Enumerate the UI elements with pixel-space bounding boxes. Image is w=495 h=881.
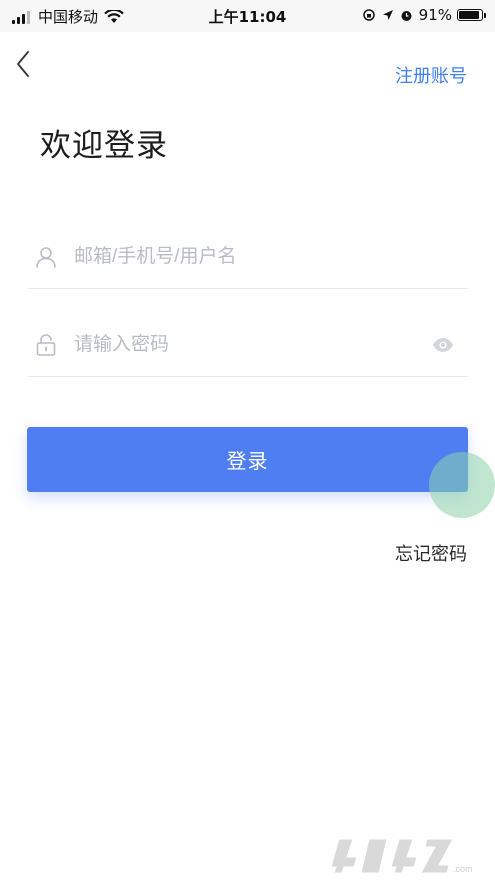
register-link[interactable]: 注册账号 <box>395 62 467 88</box>
battery-icon <box>457 9 486 21</box>
watermark-logo: .com <box>330 838 473 874</box>
password-input[interactable] <box>74 334 432 356</box>
status-bar-right: 91% <box>362 6 486 24</box>
battery-fill <box>459 11 480 19</box>
alarm-icon <box>401 10 412 21</box>
page-title: 欢迎登录 <box>40 128 168 164</box>
back-button[interactable] <box>10 46 38 82</box>
lock-icon <box>36 334 56 356</box>
chevron-left-icon <box>17 51 29 77</box>
user-icon <box>36 247 56 268</box>
username-input[interactable] <box>74 246 468 268</box>
location-icon <box>382 10 393 20</box>
svg-text:.com: .com <box>453 864 473 874</box>
eye-icon[interactable] <box>432 337 454 353</box>
rotation-lock-icon <box>362 9 375 21</box>
status-bar: 中国移动 上午11:04 91% <box>0 0 495 32</box>
battery-percent: 91% <box>418 6 452 24</box>
password-field <box>28 314 468 377</box>
username-field <box>28 226 468 289</box>
login-button[interactable]: 登录 <box>27 427 468 492</box>
forgot-password-link[interactable]: 忘记密码 <box>395 540 467 566</box>
